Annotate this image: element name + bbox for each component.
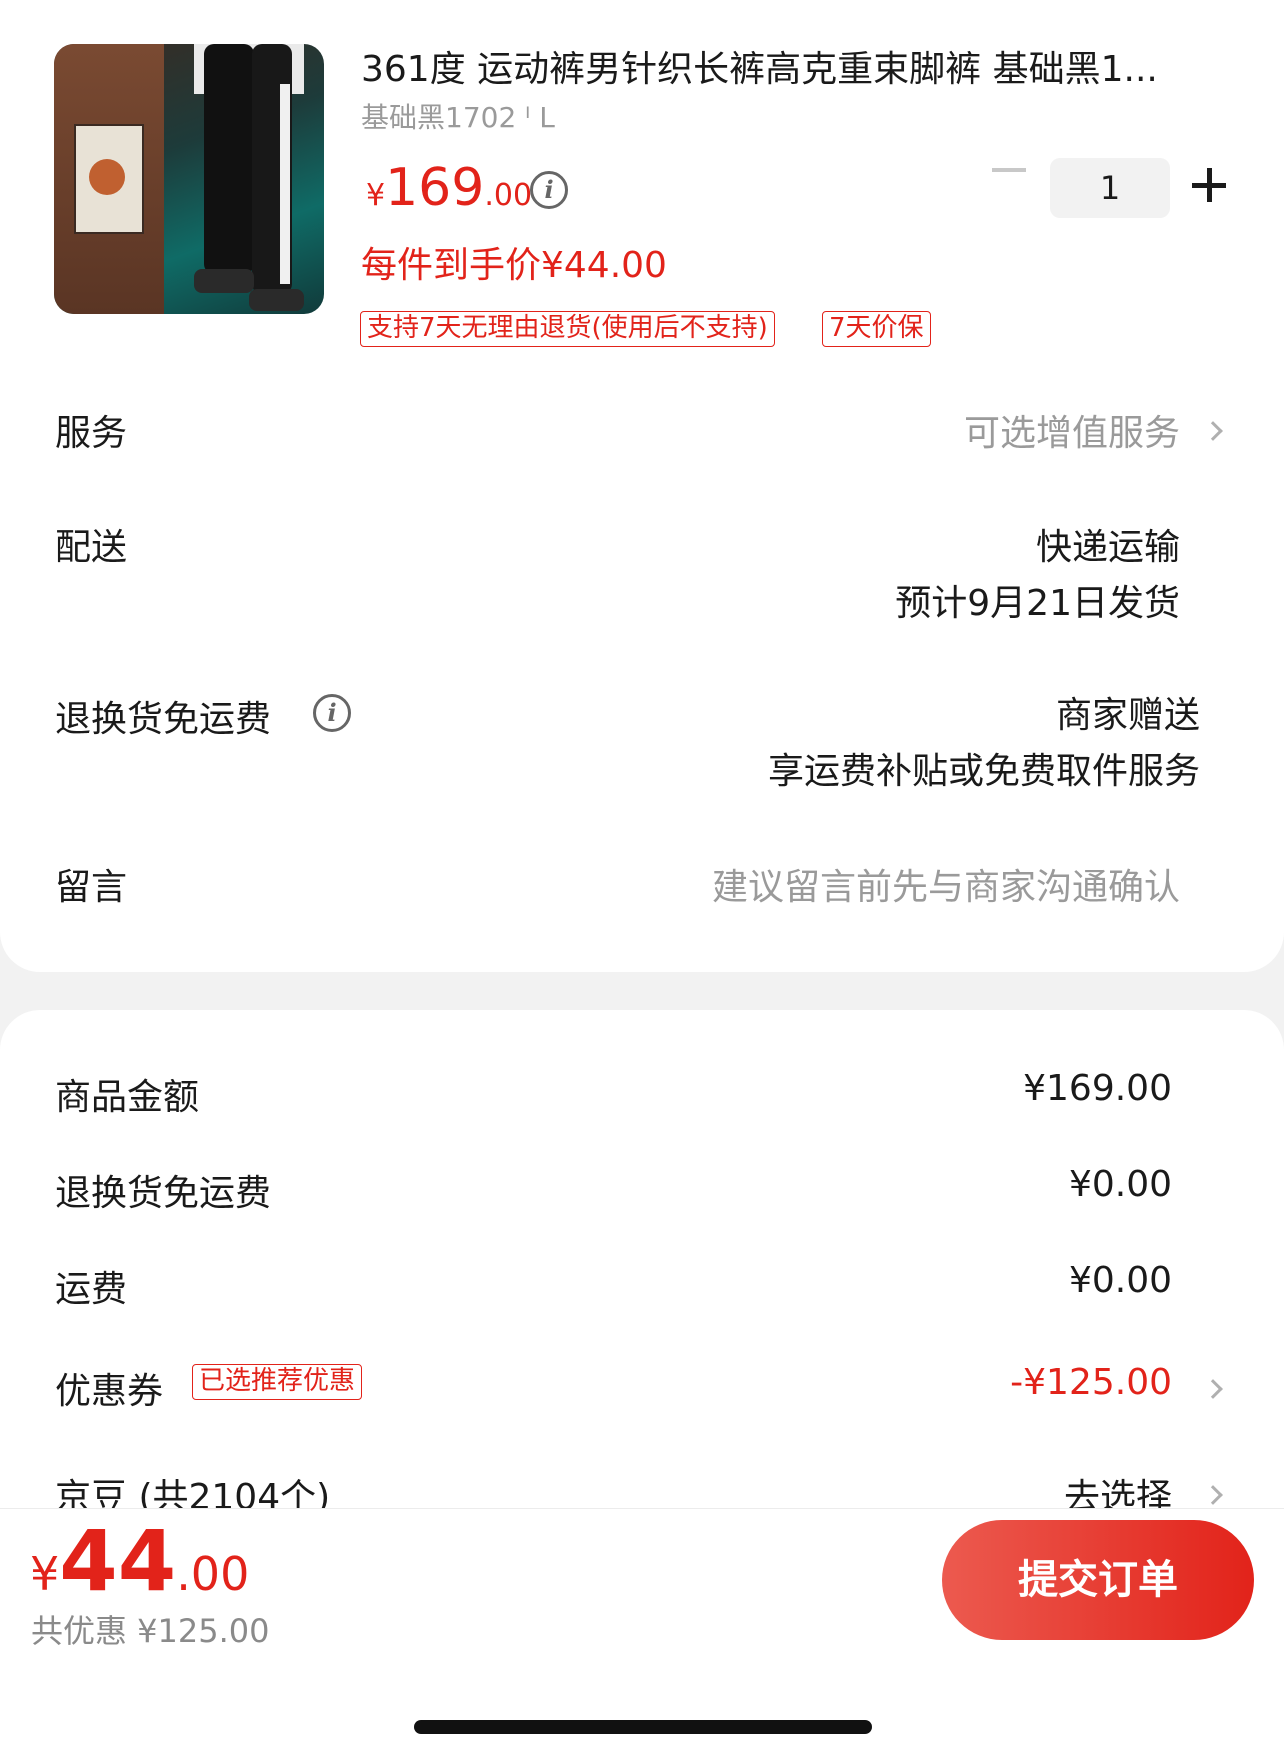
coupon-recommend-tag: 已选推荐优惠 — [192, 1364, 363, 1400]
return-fee-label: 退换货免运费 — [55, 1173, 272, 1214]
service-label: 服务 — [55, 413, 128, 454]
home-indicator[interactable] — [414, 1720, 872, 1734]
deal-price: 每件到手价¥44.00 — [361, 245, 667, 286]
total-integer: 44 — [59, 1512, 177, 1610]
product-spec[interactable]: 基础黑1702 ᴵ L — [361, 96, 555, 136]
price-decimal: .00 — [484, 178, 533, 213]
submit-order-button[interactable]: 提交订单 — [942, 1520, 1254, 1640]
quantity-minus-button[interactable] — [992, 168, 1026, 172]
service-value[interactable]: 可选增值服务 — [964, 404, 1180, 456]
watermark-logo — [1136, 1680, 1276, 1752]
product-title[interactable]: 361度 运动裤男针织长裤高克重束脚裤 基础黑1... — [361, 40, 1227, 92]
coupon-label: 优惠券 — [55, 1371, 164, 1412]
return-free-desc: 享运费补贴或免费取件服务 — [767, 751, 1200, 792]
total-currency: ¥ — [30, 1547, 60, 1601]
shipping-value: ¥0.00 — [1068, 1260, 1172, 1301]
product-price: ¥169.00 — [366, 158, 532, 218]
quantity-input[interactable]: 1 — [1050, 158, 1170, 218]
return-info-icon[interactable]: i — [313, 694, 351, 732]
message-label: 留言 — [55, 867, 128, 908]
price-info-icon[interactable]: i — [530, 171, 568, 209]
delivery-method[interactable]: 快递运输 — [1036, 518, 1180, 570]
price-protect-tag: 7天价保 — [822, 311, 931, 347]
coupon-value[interactable]: -¥125.00 — [1010, 1362, 1172, 1403]
price-currency: ¥ — [366, 178, 386, 213]
total-decimal: .00 — [176, 1547, 250, 1601]
message-input[interactable]: 建议留言前先与商家沟通确认 — [712, 858, 1180, 910]
delivery-date[interactable]: 预计9月21日发货 — [895, 574, 1180, 626]
delivery-label: 配送 — [55, 527, 128, 568]
total-discount: 共优惠 ¥125.00 — [31, 1612, 270, 1650]
return-free-label: 退换货免运费 — [55, 699, 272, 740]
goods-amount-value: ¥169.00 — [1023, 1068, 1172, 1109]
quantity-plus-button[interactable] — [1192, 168, 1226, 202]
goods-amount-label: 商品金额 — [55, 1077, 200, 1118]
return-free-value: 商家赠送 — [1055, 695, 1200, 736]
return-policy-tag: 支持7天无理由退货(使用后不支持) — [360, 311, 775, 347]
product-image[interactable] — [54, 44, 324, 314]
return-fee-value: ¥0.00 — [1068, 1164, 1172, 1205]
price-integer: 169 — [385, 158, 485, 218]
shipping-label: 运费 — [55, 1269, 128, 1310]
total-price: ¥44.00 — [30, 1512, 249, 1610]
